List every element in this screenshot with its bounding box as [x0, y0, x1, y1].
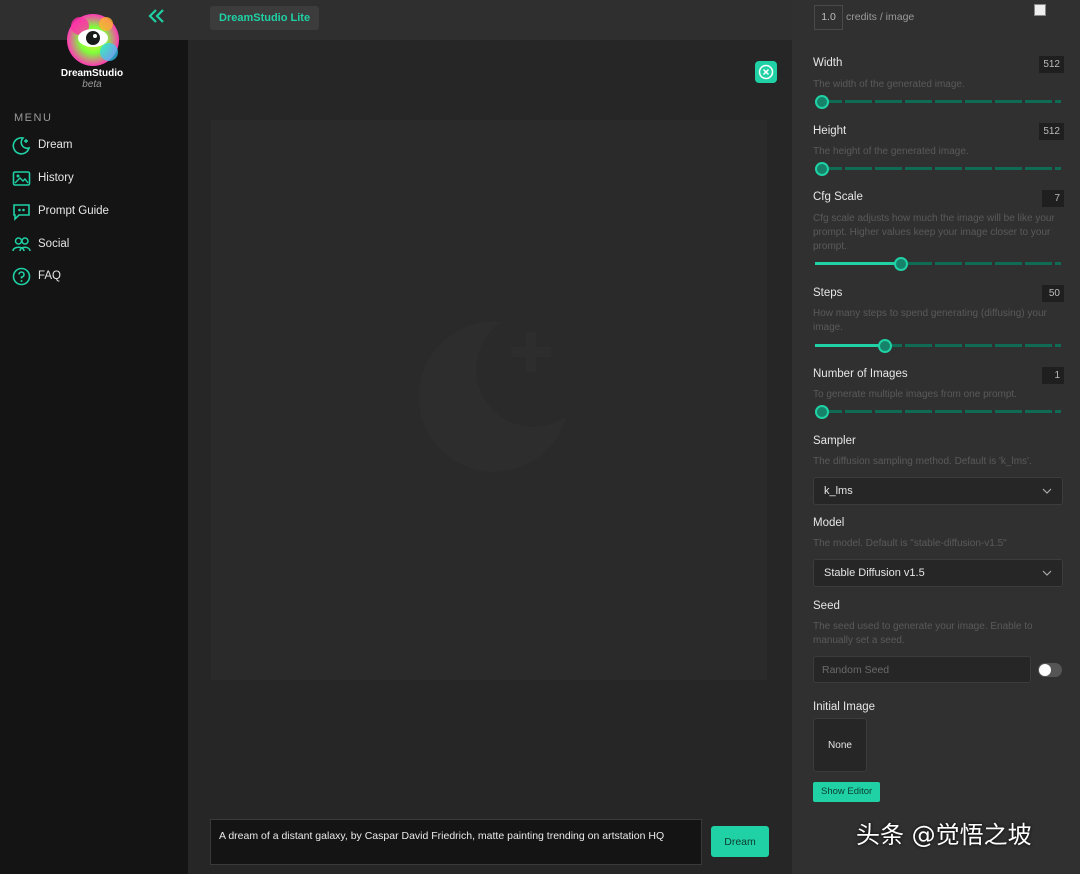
- slider-thumb[interactable]: [815, 405, 829, 419]
- question-circle-icon: [12, 267, 31, 286]
- sidebar-item-label: Prompt Guide: [38, 205, 109, 217]
- slider-thumb[interactable]: [815, 95, 829, 109]
- sidebar-item-prompt-guide[interactable]: Prompt Guide: [12, 200, 109, 222]
- model-selected: Stable Diffusion v1.5: [824, 567, 925, 579]
- sidebar-item-label: Social: [38, 238, 70, 250]
- steps-slider[interactable]: [815, 339, 1061, 353]
- seed-toggle[interactable]: [1038, 663, 1062, 677]
- sidebar-item-dream[interactable]: Dream: [12, 134, 73, 156]
- num-images-slider[interactable]: [815, 405, 1061, 419]
- settings-panel: 1.0 credits / image Width 512 The width …: [792, 0, 1080, 874]
- cfg-value: 7: [1042, 190, 1064, 207]
- sidebar-item-history[interactable]: History: [12, 167, 74, 189]
- width-value: 512: [1039, 56, 1064, 73]
- sidebar-item-social[interactable]: Social: [12, 233, 69, 255]
- width-desc: The width of the generated image.: [813, 79, 965, 90]
- seed-label: Seed: [813, 600, 840, 612]
- height-label: Height: [813, 125, 847, 137]
- credits-value: 1.0: [814, 5, 843, 30]
- num-images-desc: To generate multiple images from one pro…: [813, 389, 1017, 400]
- sidebar: DreamStudio beta MENU Dream History Prom…: [0, 14, 188, 874]
- main-area: A dream of a distant galaxy, by Caspar D…: [188, 40, 792, 874]
- width-slider[interactable]: [815, 95, 1061, 109]
- prompt-input[interactable]: A dream of a distant galaxy, by Caspar D…: [210, 819, 702, 865]
- menu-title: MENU: [14, 112, 53, 124]
- height-slider[interactable]: [815, 162, 1061, 176]
- app-badge[interactable]: DreamStudio Lite: [210, 6, 320, 30]
- steps-desc: How many steps to spend generating (diff…: [813, 308, 1047, 333]
- brand-sub: beta: [82, 79, 102, 90]
- show-editor-button[interactable]: Show Editor: [813, 782, 881, 802]
- height-desc: The height of the generated image.: [813, 146, 969, 157]
- width-label: Width: [813, 57, 843, 69]
- cfg-slider[interactable]: [815, 257, 1061, 271]
- sidebar-item-label: FAQ: [38, 270, 62, 282]
- image-icon: [12, 169, 31, 188]
- slider-thumb[interactable]: [815, 162, 829, 176]
- chevron-down-icon: [1042, 567, 1052, 579]
- credits-label: credits / image: [846, 11, 915, 23]
- close-icon[interactable]: [755, 61, 777, 83]
- sampler-select[interactable]: k_lms: [813, 477, 1063, 505]
- steps-label: Steps: [813, 287, 843, 299]
- quote-bubble-icon: [12, 202, 31, 221]
- sidebar-item-label: History: [38, 172, 74, 184]
- model-desc: The model. Default is "stable-diffusion-…: [813, 538, 1007, 549]
- broken-image-icon: [1034, 4, 1046, 16]
- sidebar-item-faq[interactable]: FAQ: [12, 265, 61, 287]
- num-images-label: Number of Images: [813, 368, 908, 380]
- cfg-desc: Cfg scale adjusts how much the image wil…: [813, 213, 1055, 252]
- seed-input[interactable]: [813, 656, 1031, 683]
- sampler-selected: k_lms: [824, 485, 853, 497]
- cfg-label: Cfg Scale: [813, 191, 863, 203]
- dream-button[interactable]: Dream: [711, 826, 769, 857]
- seed-desc: The seed used to generate your image. En…: [813, 621, 1033, 646]
- moon-star-icon: [12, 136, 31, 155]
- users-icon: [12, 235, 31, 254]
- dreamstudio-logo: [64, 12, 122, 68]
- initial-image-dropzone[interactable]: None: [813, 718, 867, 772]
- model-label: Model: [813, 517, 845, 529]
- initial-image-label: Initial Image: [813, 701, 876, 713]
- sidebar-item-label: Dream: [38, 139, 73, 151]
- slider-thumb[interactable]: [878, 339, 893, 353]
- double-chevron-left-icon[interactable]: [146, 6, 170, 28]
- num-images-value: 1: [1042, 367, 1064, 384]
- placeholder-moon-icon: [401, 302, 581, 482]
- steps-value: 50: [1042, 285, 1064, 302]
- slider-thumb[interactable]: [894, 257, 909, 271]
- image-canvas: [211, 120, 767, 680]
- sampler-desc: The diffusion sampling method. Default i…: [813, 456, 1032, 467]
- model-select[interactable]: Stable Diffusion v1.5: [813, 559, 1063, 587]
- height-value: 512: [1039, 123, 1064, 140]
- chevron-down-icon: [1042, 485, 1052, 497]
- sampler-label: Sampler: [813, 435, 856, 447]
- brand-name: DreamStudio: [60, 68, 124, 79]
- watermark-text: 头条 @觉悟之坡: [856, 821, 1032, 849]
